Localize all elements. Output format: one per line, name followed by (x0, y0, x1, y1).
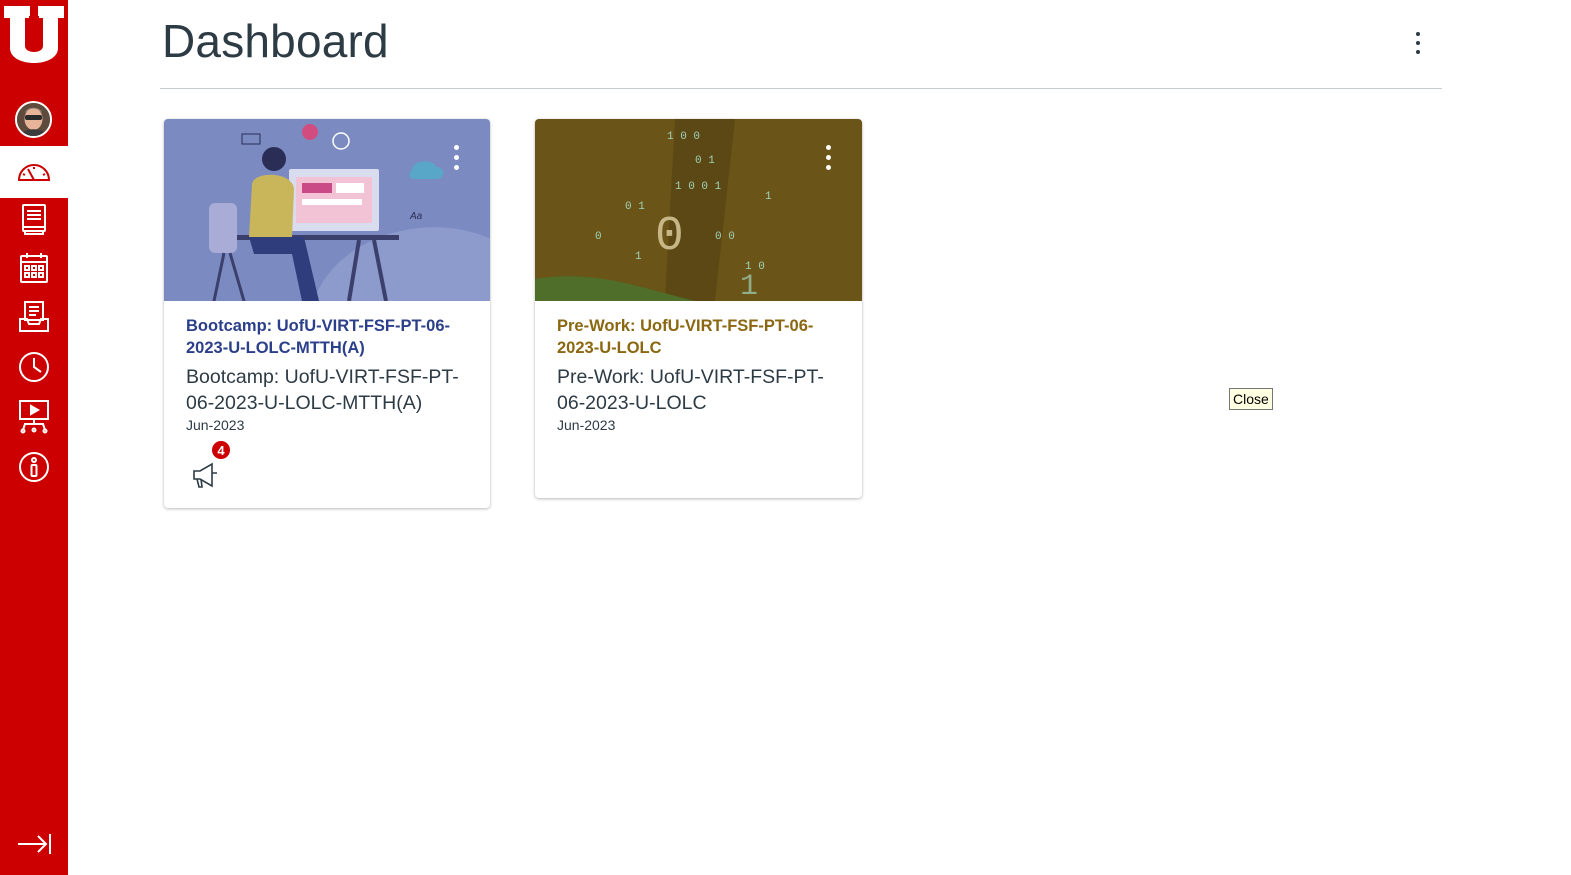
svg-text:0 1: 0 1 (695, 155, 715, 167)
course-card: 1 0 0 0 1 1 0 0 1 0 1 0 0 1 1 0 0 1 0 1 … (535, 119, 862, 498)
card-options-button[interactable] (818, 141, 838, 173)
nav-help[interactable] (16, 449, 52, 485)
svg-text:0 1: 0 1 (625, 201, 645, 213)
calendar-icon (20, 253, 48, 283)
inbox-icon (19, 301, 49, 332)
dot-icon (825, 154, 831, 160)
close-tooltip[interactable]: Close (1229, 388, 1273, 410)
svg-text:0: 0 (595, 231, 602, 243)
collapse-arrow-icon (18, 834, 51, 854)
svg-text:1 0 0 1: 1 0 0 1 (675, 181, 722, 193)
studio-presentation-icon (19, 400, 49, 434)
course-card-hero-image[interactable]: Aa (164, 119, 490, 301)
dot-icon (1416, 41, 1420, 45)
global-nav (0, 0, 68, 875)
nav-studio[interactable] (16, 398, 52, 434)
page-title: Dashboard (162, 15, 389, 67)
nav-courses[interactable] (16, 201, 52, 237)
nav-dashboard[interactable] (16, 154, 52, 190)
svg-text:0: 0 (655, 210, 684, 264)
svg-text:Aa: Aa (409, 211, 423, 222)
nav-collapse-toggle[interactable] (16, 826, 52, 862)
course-subtitle: Bootcamp: UofU-VIRT-FSF-PT-06-2023-U-LOL… (186, 366, 459, 414)
info-icon (19, 452, 49, 482)
svg-text:1: 1 (765, 191, 772, 203)
svg-text:1: 1 (740, 270, 758, 301)
nav-inbox[interactable] (16, 299, 52, 335)
dot-icon (453, 164, 459, 170)
svg-text:1: 1 (635, 251, 642, 263)
account-avatar[interactable] (15, 101, 52, 138)
course-card: Aa Bootcamp: UofU-VIRT-FSF-PT-06-2023-U-… (164, 119, 490, 508)
card-options-button[interactable] (446, 141, 466, 173)
dot-icon (825, 144, 831, 150)
nav-calendar[interactable] (16, 250, 52, 286)
megaphone-icon (193, 462, 217, 488)
course-term: Jun-2023 (557, 417, 616, 433)
svg-text:0 0: 0 0 (715, 231, 735, 243)
dot-icon (1416, 32, 1420, 36)
announcements-button[interactable] (188, 457, 222, 491)
university-logo[interactable] (2, 2, 66, 76)
dashboard-options-button[interactable] (1404, 28, 1432, 58)
dot-icon (453, 144, 459, 150)
svg-text:1 0 0: 1 0 0 (667, 131, 700, 143)
dashboard-gauge-icon (17, 164, 51, 181)
book-icon (22, 204, 46, 235)
course-card-hero-image[interactable]: 1 0 0 0 1 1 0 0 1 0 1 0 0 1 1 0 0 1 0 1 (535, 119, 862, 301)
nav-history[interactable] (16, 349, 52, 385)
unread-count-badge: 4 (210, 439, 232, 461)
course-term: Jun-2023 (186, 417, 245, 433)
clock-icon (19, 352, 49, 382)
dot-icon (825, 164, 831, 170)
course-subtitle: Pre-Work: UofU-VIRT-FSF-PT-06-2023-U-LOL… (557, 366, 824, 414)
course-title-link[interactable]: Pre-Work: UofU-VIRT-FSF-PT-06-2023-U-LOL… (557, 315, 842, 359)
header-divider (160, 88, 1442, 89)
dot-icon (1416, 50, 1420, 54)
course-title-link[interactable]: Bootcamp: UofU-VIRT-FSF-PT-06-2023-U-LOL… (186, 315, 471, 359)
dot-icon (453, 154, 459, 160)
